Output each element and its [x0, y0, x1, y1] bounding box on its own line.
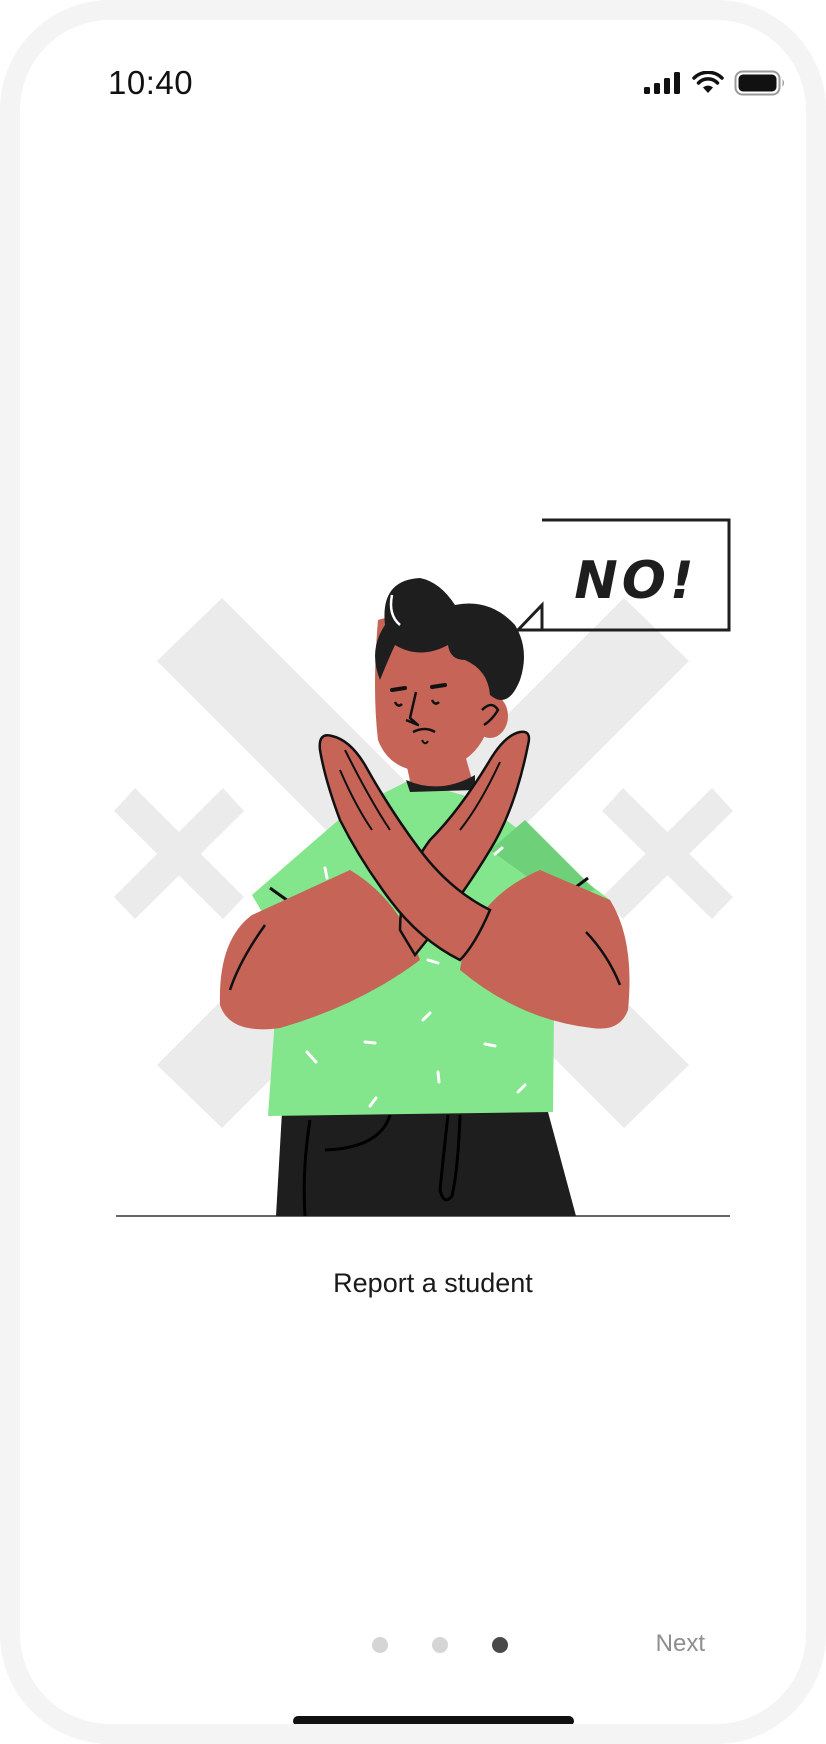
phone-frame: 10:40 NO! Report a student Next	[0, 0, 826, 1744]
page-dot-2[interactable]	[432, 1637, 448, 1653]
pants	[276, 1112, 576, 1216]
page-indicator	[372, 1637, 508, 1653]
cellular-signal-icon	[644, 72, 680, 94]
status-bar: 10:40	[20, 20, 806, 150]
onboarding-caption: Report a student	[333, 1268, 533, 1298]
home-indicator[interactable]	[293, 1716, 574, 1724]
wifi-icon	[692, 71, 724, 93]
status-time: 10:40	[108, 64, 194, 101]
status-icons	[644, 70, 786, 96]
battery-icon	[734, 70, 784, 96]
page-dot-1[interactable]	[372, 1637, 388, 1653]
page-dot-3-active[interactable]	[492, 1637, 508, 1653]
next-button[interactable]: Next	[656, 1630, 705, 1658]
speech-bubble: NO!	[514, 518, 731, 632]
refusal-illustration: NO!	[114, 518, 733, 1217]
speech-bubble-text: NO!	[574, 551, 697, 611]
